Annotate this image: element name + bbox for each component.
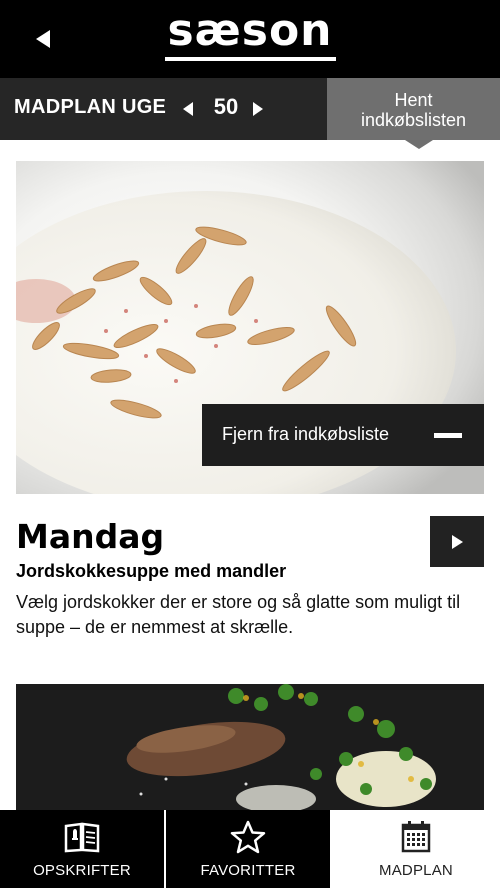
previous-week-button[interactable]: [180, 99, 196, 119]
minus-icon: [434, 433, 462, 438]
remove-button-label: Fjern fra indkøbsliste: [222, 424, 390, 444]
app-header: sæson: [0, 0, 500, 78]
tab-meal-plan-label: MADPLAN: [379, 862, 453, 879]
recipe-image-2[interactable]: [16, 684, 484, 814]
week-number: 50: [213, 94, 239, 119]
app-logo: sæson: [167, 5, 333, 56]
recipe-description: Vælg jordskokker der er store og så glat…: [16, 592, 461, 637]
tab-favorites[interactable]: FAVORITTER: [166, 810, 330, 888]
open-recipe-button[interactable]: [430, 516, 484, 567]
bottom-tab-bar: OPSKRIFTER FAVORITTER MADPLAN: [0, 810, 500, 888]
calendar-icon: [401, 821, 431, 853]
recipe-book-icon: [64, 822, 100, 853]
play-arrow-icon: [452, 534, 463, 549]
back-arrow-icon: [36, 30, 50, 48]
back-button[interactable]: [28, 22, 58, 56]
tab-recipes-label: OPSKRIFTER: [33, 862, 131, 879]
logo-underline: [165, 57, 336, 61]
chevron-right-icon: [253, 102, 263, 116]
shopping-button-pointer: [405, 140, 433, 149]
week-navigation-bar: MADPLAN UGE 50 Hent indkøbslisten: [0, 78, 500, 140]
shopping-button-line1: Hent: [394, 90, 433, 110]
week-label: MADPLAN UGE: [14, 96, 167, 118]
shopping-button-line2: indkøbslisten: [360, 110, 467, 130]
chevron-left-icon: [183, 102, 193, 116]
meat-dish-photo: [16, 684, 484, 814]
recipe-title[interactable]: Jordskokkesuppe med mandler: [16, 561, 286, 582]
next-week-button[interactable]: [250, 99, 266, 119]
tab-favorites-label: FAVORITTER: [200, 862, 296, 879]
star-icon: [230, 820, 266, 854]
tab-recipes[interactable]: OPSKRIFTER: [0, 810, 164, 888]
tab-meal-plan[interactable]: MADPLAN: [332, 810, 500, 888]
get-shopping-list-button[interactable]: Hent indkøbslisten: [327, 78, 500, 140]
day-title: Mandag: [16, 517, 165, 556]
remove-from-shopping-list-button[interactable]: Fjern fra indkøbsliste: [202, 404, 484, 466]
